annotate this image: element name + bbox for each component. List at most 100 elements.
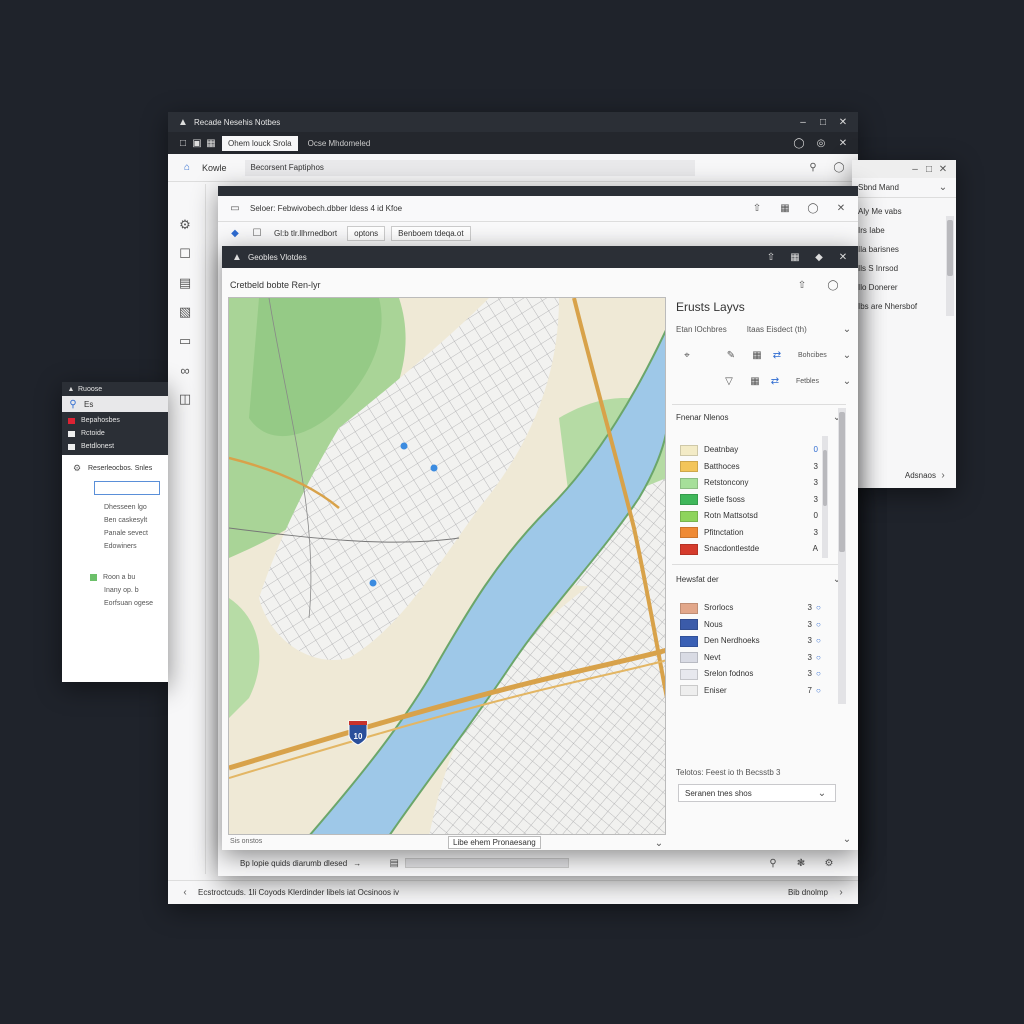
tab-2[interactable]: Ocse Mhdomeled [302,136,377,151]
database-icon[interactable]: ◫ [178,391,192,406]
left-menu-2[interactable]: Rctoide [81,427,105,440]
chevron-down-icon[interactable]: ⌄ [840,832,854,846]
chevron-right-icon[interactable]: › [834,886,848,900]
legend-item[interactable]: Srelon fodnos 3 [680,666,812,683]
search-icon[interactable]: ⚲ [66,397,80,411]
globe-icon[interactable]: ◎ [814,136,828,150]
chevron-down-icon[interactable]: ⌄ [936,181,950,195]
gear-icon[interactable]: ⚙ [178,217,192,232]
right-item-1[interactable]: Aly Me vabs [858,202,950,221]
settings-icon[interactable]: ⚙ [822,856,836,870]
inner-tab-1[interactable]: Gl:b tlr.llhrnedbort [274,229,337,238]
legend-item[interactable]: Nevt 3 [680,650,812,667]
layout-icon[interactable]: ▦ [778,202,792,216]
chat-icon[interactable]: ◯ [826,278,840,292]
filter-icon[interactable]: ▽ [722,374,736,388]
left-search[interactable]: Es [84,400,93,409]
folder-icon[interactable]: ▭ [228,202,242,216]
pin-icon[interactable]: ⌖ [680,348,694,362]
minimize-icon[interactable]: – [908,162,922,176]
eye-icon[interactable]: ○ [816,683,826,700]
left-menu-1[interactable]: Bepahosbes [81,414,120,427]
left-input[interactable] [94,481,160,495]
left-list1-2[interactable]: Ben caskesylt [104,514,168,527]
right-item-6[interactable]: Ibs are Nhersbof [858,297,950,316]
eye-icon[interactable]: ○ [816,650,826,667]
bookmark-icon[interactable]: ⇧ [795,278,809,292]
right-item-2[interactable]: Irs Iabe [858,221,950,240]
legend-item[interactable]: Eniser 7 [680,683,812,700]
box-icon[interactable]: ☐ [178,246,192,261]
arrow-icon[interactable]: ⇄ [770,348,784,362]
tab-1[interactable]: Ohem louck Srola [222,135,298,151]
legend-item[interactable]: Rotn Mattsotsd 0 [680,508,818,525]
image-icon[interactable]: ▧ [178,304,192,319]
layers-icon[interactable]: ◆ [812,250,826,264]
legend-item[interactable]: Batthoces 3 [680,459,818,476]
right-item-3[interactable]: Ila barisnes [858,240,950,259]
panel-scrollbar[interactable] [838,408,846,704]
grid-icon[interactable]: ▦ [788,250,802,264]
filter-right[interactable]: Itaas Eisdect (th) [747,325,807,334]
map-svg[interactable]: 10 [229,298,666,835]
share-icon[interactable]: ∞ [178,363,192,378]
search-input[interactable]: Becorsent Faptiphos [244,159,695,176]
chevron-down-icon[interactable]: ⌄ [840,322,854,336]
refresh-icon[interactable]: ◯ [792,136,806,150]
inner-tab-2[interactable]: optons [347,225,386,241]
close-tab-icon[interactable]: ✕ [836,136,850,150]
left-menu-3[interactable]: Betdlonest [81,440,114,453]
poi-marker[interactable] [369,579,377,587]
status-right[interactable]: Bib dnolmp [788,888,828,897]
left-list2-3[interactable]: Eorfsuan ogese [104,597,168,610]
upload-icon[interactable]: ⇧ [750,202,764,216]
chevron-left-icon[interactable]: ‹ [178,886,192,900]
legend-item[interactable]: Den Nerdhoeks 3 [680,633,812,650]
copy-icon[interactable]: ▣ [190,136,204,150]
eye-icon[interactable]: ○ [816,617,826,634]
folder-icon[interactable]: ▭ [178,333,192,348]
upload-icon[interactable]: ⇧ [764,250,778,264]
close-icon[interactable]: ✕ [936,162,950,176]
poi-marker[interactable] [430,464,438,472]
chevron-down-icon[interactable]: ⌄ [840,374,854,388]
eye-icon[interactable]: ○ [816,633,826,650]
grid-icon[interactable]: ▦ [748,374,762,388]
filter-left[interactable]: Etan lOchbres [676,325,727,334]
eye-icon[interactable]: ○ [816,600,826,617]
legend-item[interactable]: Retstoncony 3 [680,475,818,492]
left-list2-2[interactable]: Inany op. b [104,584,168,597]
home-icon[interactable]: ⌂ [180,161,194,175]
layers-icon[interactable]: ◆ [228,226,242,240]
settings-icon[interactable]: ◯ [832,161,846,175]
legend-item[interactable]: Snacdontlestde A [680,541,818,558]
chevron-right-icon[interactable]: › [936,468,950,482]
printer-icon[interactable]: ▤ [387,856,401,870]
legend-item[interactable]: Nous 3 [680,617,812,634]
grid-icon[interactable]: ▦ [750,348,764,362]
maximize-icon[interactable]: □ [816,115,830,129]
legend-item[interactable]: Srorlocs 3 [680,600,812,617]
maximize-icon[interactable]: □ [922,162,936,176]
gear-icon[interactable]: ⚙ [70,461,84,475]
chevron-down-icon[interactable]: ⌄ [652,836,666,850]
back-icon[interactable]: □ [176,136,190,150]
image-icon[interactable]: ▦ [204,136,218,150]
search-icon[interactable]: ⚲ [806,161,820,175]
legend-scrollbar[interactable] [822,436,828,558]
close-icon[interactable]: ✕ [836,115,850,129]
settings-icon[interactable]: ◯ [806,202,820,216]
box-icon[interactable]: ☐ [250,226,264,240]
poi-marker[interactable] [400,442,408,450]
close-icon[interactable]: ✕ [834,202,848,216]
close-icon[interactable]: ✕ [836,250,850,264]
map-canvas[interactable]: 10 [228,297,666,835]
left-list1-4[interactable]: Edowiners [104,540,168,553]
right-item-5[interactable]: Ilo Donerer [858,278,950,297]
legend-item[interactable]: Sietle fsoss 3 [680,492,818,509]
right-scrollbar[interactable] [946,216,954,316]
export-icon[interactable]: ❃ [794,856,808,870]
eye-icon[interactable]: ○ [816,666,826,683]
left-list2-1[interactable]: Roon a bu [103,571,135,584]
right-window-footer[interactable]: Adsnaos [905,471,936,480]
